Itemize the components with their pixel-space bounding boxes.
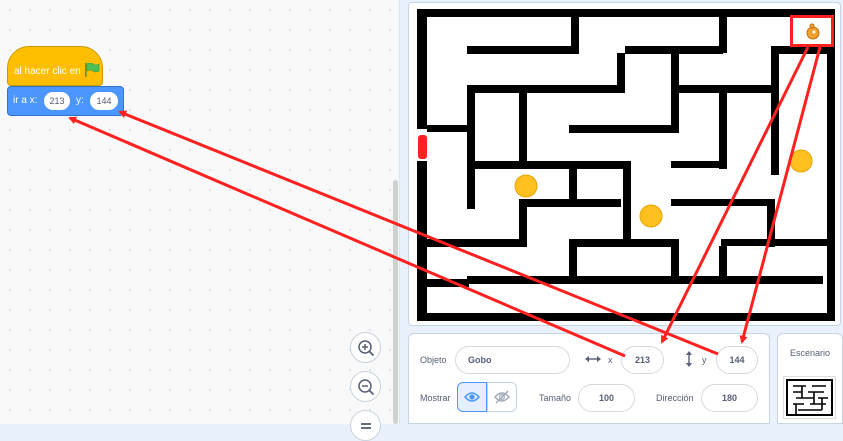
goto-y-label: y: [76,95,84,106]
stage-thumbnail[interactable] [783,376,836,419]
direction-input[interactable]: 180 [701,384,758,412]
code-area[interactable]: al hacer clic en ir a x: 213 y: 144 [0,0,400,441]
zoom-out-button[interactable] [350,371,381,402]
stage-selector[interactable]: Escenario [777,333,843,424]
size-label: Tamaño [539,393,572,403]
show-sprite-button[interactable] [457,382,487,412]
eye-slash-icon [494,390,510,404]
zoom-reset-button[interactable] [350,410,381,441]
gobo-sprite-highlight[interactable] [790,15,834,47]
zoom-out-icon [358,379,375,396]
go-to-xy-block[interactable]: ir a x: 213 y: 144 [7,86,124,116]
x-position-input[interactable]: 213 [621,346,664,374]
goto-label: ir a x: [13,95,38,106]
maze-backdrop [417,9,835,321]
y-arrows-icon [686,351,692,367]
equal-icon [361,423,371,429]
zoom-in-button[interactable] [350,332,381,363]
hide-sprite-button[interactable] [487,382,517,412]
size-input[interactable]: 100 [578,384,635,412]
zoom-in-icon [358,340,375,357]
maze-thumbnail-icon [786,379,833,416]
direction-label: Dirección [656,393,694,403]
stage[interactable] [408,2,841,326]
goto-x-input[interactable]: 213 [44,92,70,110]
code-scrollbar[interactable] [393,180,398,424]
green-flag-icon [85,63,100,77]
y-label: y [702,355,707,365]
x-arrows-icon [585,356,601,362]
eye-icon [463,392,481,402]
y-position-input[interactable]: 144 [716,346,758,374]
goto-y-input[interactable]: 144 [90,92,118,110]
stage-title: Escenario [789,348,831,358]
object-label: Objeto [420,355,447,365]
gobo-sprite-icon [806,23,820,40]
x-label: x [608,355,613,365]
show-label: Mostrar [420,393,451,403]
hat-block-label: al hacer clic en [14,66,81,77]
when-flag-clicked-block[interactable]: al hacer clic en [7,46,103,86]
sprite-name-input[interactable]: Gobo [455,346,570,374]
